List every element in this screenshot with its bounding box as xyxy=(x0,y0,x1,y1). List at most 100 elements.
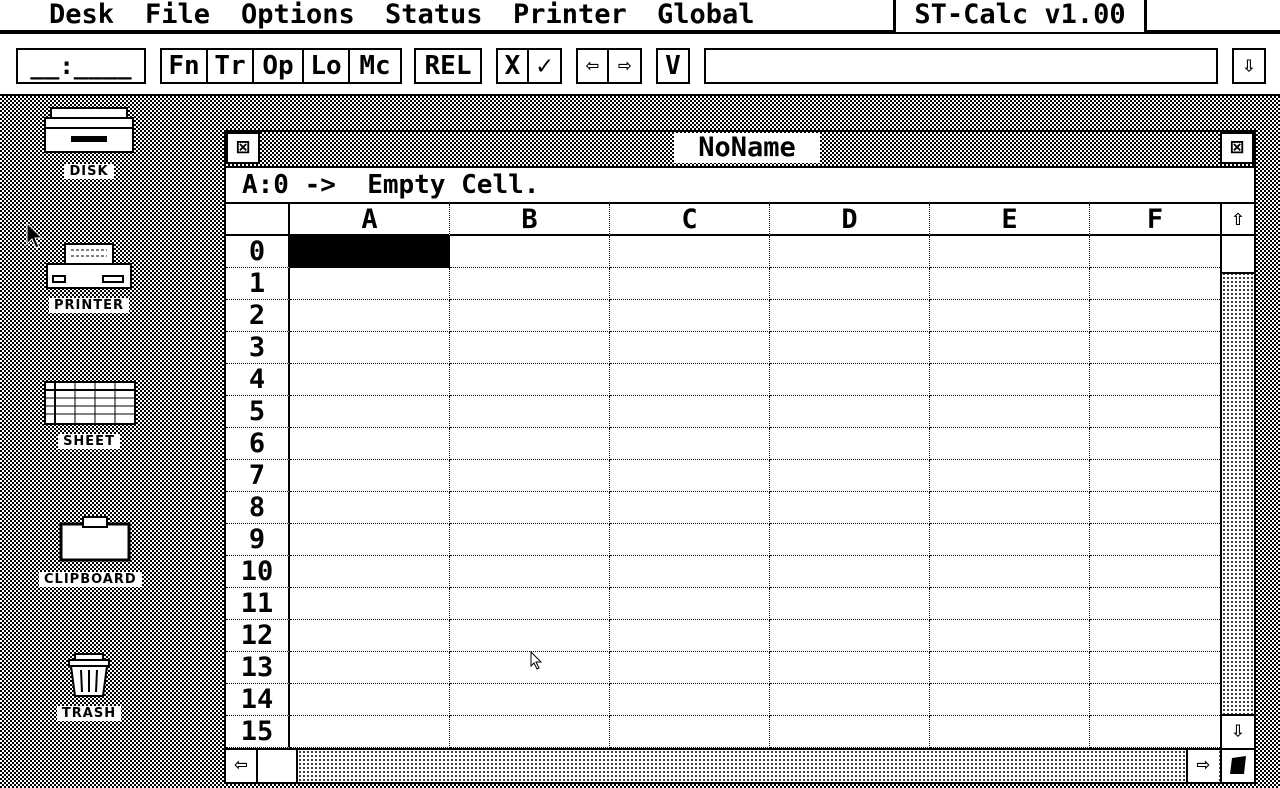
grid-cell[interactable] xyxy=(1090,364,1220,396)
v-button[interactable]: V xyxy=(656,48,690,84)
grid-cell[interactable] xyxy=(290,236,450,268)
grid-cell[interactable] xyxy=(770,524,930,556)
grid-cell[interactable] xyxy=(290,652,450,684)
grid-cell[interactable] xyxy=(770,684,930,716)
grid-cell[interactable] xyxy=(770,396,930,428)
right-arrow-icon[interactable]: ⇨ xyxy=(609,50,640,82)
grid-cell[interactable] xyxy=(450,364,610,396)
window-title-bar[interactable]: ⊠ NoName ⊠ xyxy=(226,132,1254,168)
grid-cell[interactable] xyxy=(290,268,450,300)
fn-button[interactable]: Fn xyxy=(162,50,208,82)
rel-button[interactable]: REL xyxy=(414,48,482,84)
mc-button[interactable]: Mc xyxy=(350,50,400,82)
grid-cell[interactable] xyxy=(450,684,610,716)
grid-cell[interactable] xyxy=(290,556,450,588)
grid-cell[interactable] xyxy=(930,396,1090,428)
grid-cell[interactable] xyxy=(1090,524,1220,556)
row-header[interactable]: 5 xyxy=(226,396,290,428)
grid-cell[interactable] xyxy=(450,620,610,652)
column-header-c[interactable]: C xyxy=(610,204,770,236)
grid-cell[interactable] xyxy=(930,684,1090,716)
full-box-icon[interactable]: ⊠ xyxy=(1220,132,1254,164)
grid-cell[interactable] xyxy=(770,236,930,268)
horizontal-scroll-thumb[interactable] xyxy=(258,750,298,782)
row-header[interactable]: 14 xyxy=(226,684,290,716)
grid-cell[interactable] xyxy=(930,268,1090,300)
column-header-e[interactable]: E xyxy=(930,204,1090,236)
grid-cell[interactable] xyxy=(610,364,770,396)
grid-cell[interactable] xyxy=(1090,588,1220,620)
row-header[interactable]: 1 xyxy=(226,268,290,300)
grid-cell[interactable] xyxy=(290,460,450,492)
vertical-scrollbar[interactable]: ⇧ ⇩ xyxy=(1220,204,1254,748)
grid-cell[interactable] xyxy=(450,492,610,524)
grid-cell[interactable] xyxy=(930,428,1090,460)
grid-cell[interactable] xyxy=(610,716,770,748)
menu-status[interactable]: Status xyxy=(385,0,483,30)
row-header[interactable]: 3 xyxy=(226,332,290,364)
row-header[interactable]: 4 xyxy=(226,364,290,396)
grid-cell[interactable] xyxy=(610,620,770,652)
grid-cell[interactable] xyxy=(930,716,1090,748)
grid-cell[interactable] xyxy=(290,620,450,652)
grid-cell[interactable] xyxy=(290,428,450,460)
grid-cell[interactable] xyxy=(770,588,930,620)
grid-cell[interactable] xyxy=(450,300,610,332)
grid-cell[interactable] xyxy=(930,492,1090,524)
grid-cell[interactable] xyxy=(610,236,770,268)
grid-cell[interactable] xyxy=(930,524,1090,556)
row-header[interactable]: 13 xyxy=(226,652,290,684)
grid-cell[interactable] xyxy=(610,556,770,588)
grid-cell[interactable] xyxy=(930,556,1090,588)
column-header-b[interactable]: B xyxy=(450,204,610,236)
grid-cell[interactable] xyxy=(1090,396,1220,428)
confirm-button[interactable]: ✓ xyxy=(529,50,560,82)
grid-cell[interactable] xyxy=(1090,268,1220,300)
grid-cell[interactable] xyxy=(770,460,930,492)
grid-cell[interactable] xyxy=(290,716,450,748)
grid-cell[interactable] xyxy=(290,492,450,524)
grid-cell[interactable] xyxy=(770,652,930,684)
left-arrow-icon[interactable]: ⇦ xyxy=(578,50,609,82)
lo-button[interactable]: Lo xyxy=(304,50,350,82)
column-header-d[interactable]: D xyxy=(770,204,930,236)
cancel-button[interactable]: X xyxy=(498,50,529,82)
grid-cell[interactable] xyxy=(1090,300,1220,332)
grid-cell[interactable] xyxy=(1090,460,1220,492)
grid-cell[interactable] xyxy=(770,300,930,332)
grid-cell[interactable] xyxy=(930,652,1090,684)
grid-cell[interactable] xyxy=(1090,236,1220,268)
scroll-left-icon[interactable]: ⇦ xyxy=(226,750,258,782)
grid-cell[interactable] xyxy=(450,268,610,300)
grid-cell[interactable] xyxy=(450,396,610,428)
row-header[interactable]: 12 xyxy=(226,620,290,652)
menu-options[interactable]: Options xyxy=(241,0,355,30)
grid-cell[interactable] xyxy=(610,268,770,300)
resize-box-icon[interactable] xyxy=(1220,748,1254,782)
grid-cell[interactable] xyxy=(1090,332,1220,364)
vertical-scroll-thumb[interactable] xyxy=(1222,236,1254,274)
close-box-icon[interactable]: ⊠ xyxy=(226,132,260,164)
grid-cell[interactable] xyxy=(930,364,1090,396)
row-header[interactable]: 0 xyxy=(226,236,290,268)
grid-cell[interactable] xyxy=(1090,492,1220,524)
printer-icon[interactable]: PRINTER xyxy=(39,242,139,313)
grid-cell[interactable] xyxy=(1090,556,1220,588)
grid-cell[interactable] xyxy=(1090,684,1220,716)
row-header[interactable]: 7 xyxy=(226,460,290,492)
grid-cell[interactable] xyxy=(610,300,770,332)
grid-cell[interactable] xyxy=(290,332,450,364)
grid-cell[interactable] xyxy=(290,524,450,556)
trash-icon[interactable]: TRASH xyxy=(39,652,139,721)
grid-cell[interactable] xyxy=(450,332,610,364)
grid-cell[interactable] xyxy=(450,716,610,748)
menu-file[interactable]: File xyxy=(145,0,210,30)
op-button[interactable]: Op xyxy=(254,50,304,82)
column-header-f[interactable]: F xyxy=(1090,204,1220,236)
row-header[interactable]: 10 xyxy=(226,556,290,588)
grid-cell[interactable] xyxy=(610,492,770,524)
grid-cell[interactable] xyxy=(610,652,770,684)
grid-cell[interactable] xyxy=(930,236,1090,268)
grid-cell[interactable] xyxy=(930,332,1090,364)
grid-cell[interactable] xyxy=(450,428,610,460)
